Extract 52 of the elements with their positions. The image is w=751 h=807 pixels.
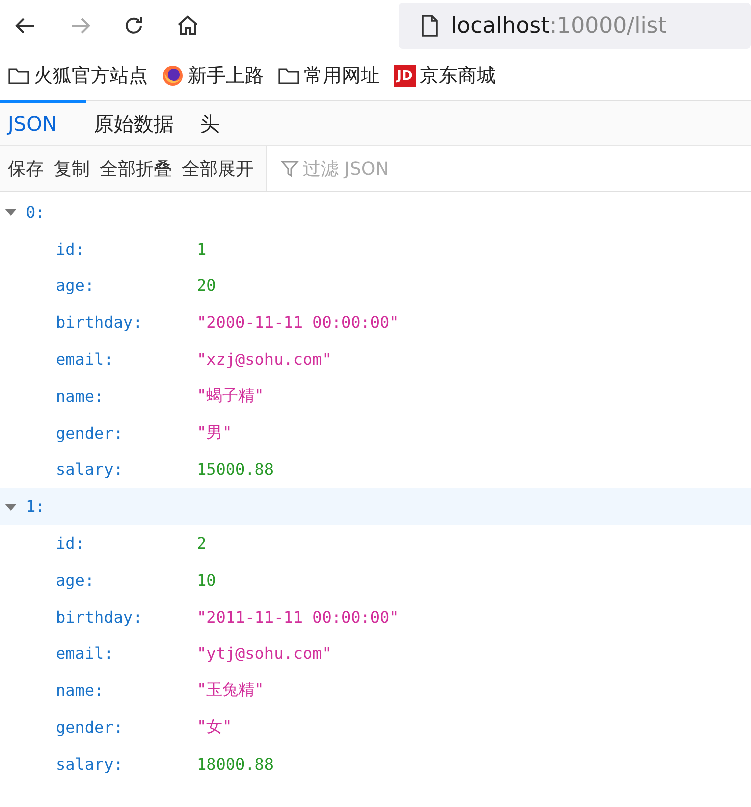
property-key: gender: [56, 424, 124, 443]
property-key: birthday: [56, 313, 143, 332]
folder-icon [278, 67, 300, 85]
property-value: "蝎子精" [197, 386, 264, 407]
store-logo-icon: JD [394, 65, 416, 87]
property-key: id: [56, 534, 85, 554]
property-key: salary: [56, 460, 124, 480]
property-key: salary: [56, 754, 124, 774]
property-value: "xzj@sohu.com" [197, 350, 332, 370]
browser-logo-icon [162, 65, 184, 87]
home-icon[interactable] [176, 14, 200, 38]
url-host: localhost [451, 14, 550, 38]
property-value: "男" [197, 422, 232, 444]
property-key: age: [56, 570, 95, 590]
property-key: name: [56, 386, 104, 406]
object-key: 0: [26, 202, 46, 222]
folder-icon [8, 67, 30, 85]
toolbar-button[interactable]: 全部展开 [182, 156, 264, 180]
toolbar-button[interactable]: 复制 [54, 156, 100, 180]
property-value: 15000.88 [197, 460, 274, 480]
property-value: "玉兔精" [197, 680, 264, 702]
address-bar[interactable]: localhost:10000/list [399, 3, 751, 49]
page-icon [421, 15, 439, 37]
property-value: 2 [197, 534, 207, 554]
property-key: age: [56, 276, 95, 296]
property-key: birthday: [56, 608, 143, 627]
url-path: :10000/list [550, 14, 667, 38]
property-value: "2011-11-11 00:00:00" [197, 608, 400, 627]
bookmark-item[interactable]: 火狐官方站点 [8, 63, 148, 89]
property-value: 18000.88 [197, 754, 274, 774]
toolbar-button[interactable]: 保存 [8, 156, 54, 180]
tree-row[interactable]: 1: [0, 488, 751, 526]
property-key: gender: [56, 718, 124, 738]
bookmark-item[interactable]: 常用网址 [278, 63, 380, 89]
view-tab[interactable]: 原始数据 [86, 100, 192, 145]
filter-icon [281, 160, 299, 178]
property-value: "ytj@sohu.com" [197, 644, 332, 664]
property-value: 10 [197, 570, 216, 590]
property-key: email: [56, 644, 114, 664]
property-value: 1 [197, 240, 207, 259]
object-key: 1: [26, 497, 46, 516]
view-tab[interactable]: 头 [192, 100, 278, 145]
property-value: "2000-11-11 00:00:00" [197, 313, 400, 332]
property-key: email: [56, 350, 114, 370]
bookmark-item[interactable]: JD 京东商城 [394, 63, 496, 89]
property-key: id: [56, 240, 85, 259]
toolbar-button[interactable]: 全部折叠 [100, 156, 182, 180]
property-key: name: [56, 681, 104, 700]
property-value: 20 [197, 276, 216, 296]
tree-row[interactable]: 0: [0, 194, 751, 231]
property-value: "女" [197, 717, 232, 738]
bookmark-item[interactable]: 新手上路 [162, 63, 264, 89]
